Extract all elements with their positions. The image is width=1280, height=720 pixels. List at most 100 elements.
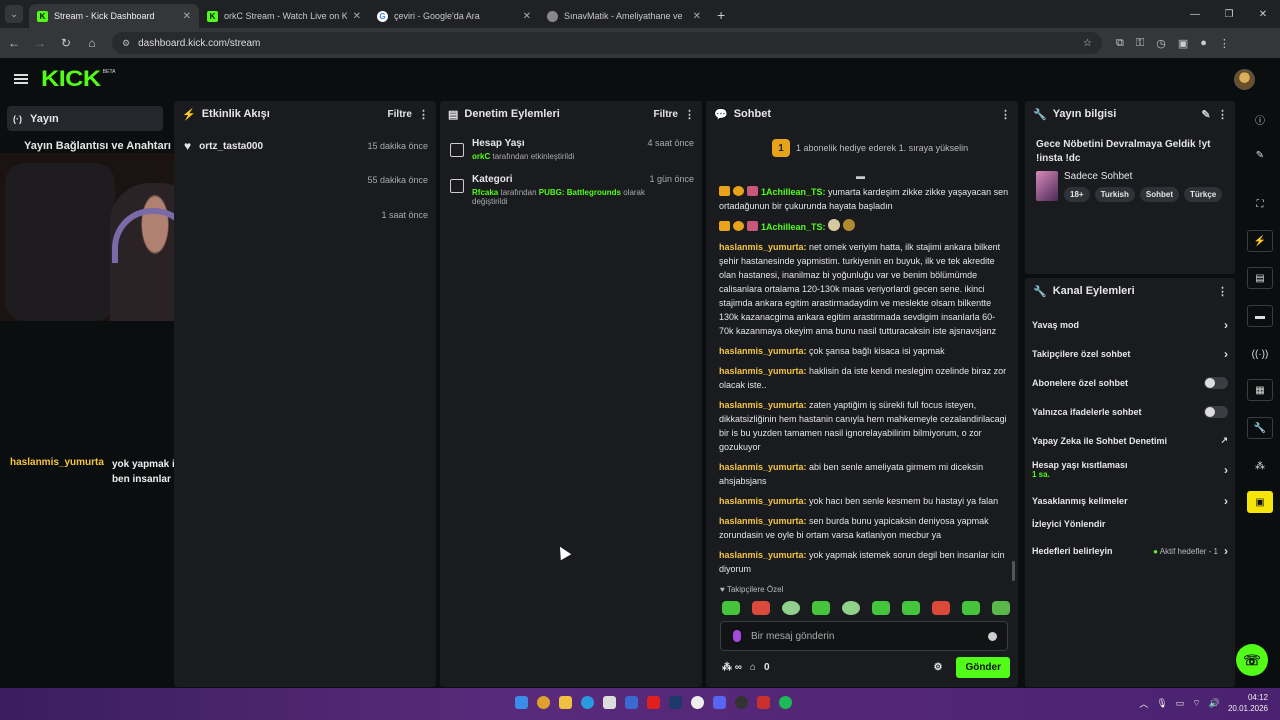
emote-icon[interactable]: [842, 601, 860, 615]
start-icon[interactable]: [515, 696, 528, 709]
app-icon[interactable]: [757, 696, 770, 709]
nav-item-stream-keys[interactable]: Yayın Bağlantısı ve Anahtarı: [24, 140, 171, 152]
pencil-icon[interactable]: ✎: [1247, 144, 1273, 166]
site-info-icon[interactable]: ⚙: [122, 38, 130, 49]
extensions-icon[interactable]: ⧉: [1116, 37, 1124, 50]
emote-icon[interactable]: [962, 601, 980, 615]
points-icon[interactable]: ⁂ ∞: [722, 662, 742, 673]
settings-gear-icon[interactable]: ⚙: [933, 662, 942, 673]
chrome-icon[interactable]: [537, 696, 550, 709]
chat-username[interactable]: haslanmis_yumurta:: [719, 462, 807, 472]
microphone-icon[interactable]: 🎙: [1156, 698, 1167, 709]
chat-username[interactable]: 1Achillean_TS:: [761, 222, 826, 232]
notes-icon[interactable]: ▤: [1247, 267, 1273, 289]
browser-tab-google[interactable]: G çeviri - Google'da Ara ✕: [369, 4, 539, 28]
user-avatar[interactable]: [1234, 69, 1255, 90]
volume-icon[interactable]: 🔊: [1209, 698, 1220, 709]
network-icon[interactable]: ⌔: [1192, 698, 1200, 709]
edit-pencil-icon[interactable]: ✎: [1201, 108, 1211, 121]
minimize-icon[interactable]: —: [1178, 0, 1212, 28]
taskbar-clock[interactable]: 04:12 20.01.2026: [1228, 692, 1268, 714]
chat-username[interactable]: haslanmis_yumurta:: [719, 400, 807, 410]
sidepanel-icon[interactable]: ▣: [1178, 37, 1188, 50]
host-viewers-action[interactable]: İzleyici Yönlendir: [1032, 519, 1228, 529]
sub-goal-banner[interactable]: 1 1 abonelik hediye ederek 1. sıraya yük…: [772, 139, 968, 157]
tag[interactable]: Turkish: [1094, 187, 1135, 202]
emoji-icon[interactable]: [988, 631, 997, 641]
ai-moderation-action[interactable]: Yapay Zeka ile Sohbet Denetimi ↗: [1032, 435, 1228, 446]
activity-filter-button[interactable]: Filtre: [388, 109, 412, 120]
edge-icon[interactable]: [581, 696, 594, 709]
account-age-action[interactable]: Hesap yaşı kısıtlaması 1 sa. ›: [1032, 460, 1228, 479]
browser-tab-kick-dashboard[interactable]: K Stream - Kick Dashboard ✕: [29, 4, 199, 28]
activity-user[interactable]: ortz_tasta000: [199, 141, 367, 152]
profile-icon[interactable]: ●: [1200, 37, 1207, 50]
chat-username[interactable]: haslanmis_yumurta:: [719, 516, 807, 526]
new-tab-icon[interactable]: +: [709, 7, 733, 28]
emote-icon[interactable]: [812, 601, 830, 615]
folder-icon[interactable]: [559, 696, 572, 709]
emote-icon[interactable]: [752, 601, 770, 615]
chat-scrollbar[interactable]: [1012, 561, 1015, 581]
emote-only-toggle[interactable]: [1204, 406, 1228, 418]
store-icon[interactable]: ⌂: [750, 662, 756, 673]
audit-actor[interactable]: Rfcaka: [472, 188, 498, 197]
forward-icon[interactable]: →: [28, 36, 52, 50]
banned-words-action[interactable]: Yasaklanmış kelimeler ›: [1032, 494, 1228, 508]
url-field[interactable]: ⚙ dashboard.kick.com/stream ☆: [112, 32, 1102, 54]
menu-dots-icon[interactable]: ⋮: [1219, 37, 1230, 50]
history-icon[interactable]: ◷: [1156, 37, 1166, 50]
nav-item-live[interactable]: (·) Yayın: [7, 106, 163, 131]
tag[interactable]: Türkçe: [1184, 187, 1223, 202]
chat-username[interactable]: haslanmis_yumurta:: [719, 346, 807, 356]
hamburger-menu-icon[interactable]: [14, 74, 28, 84]
close-window-icon[interactable]: ✕: [1246, 0, 1280, 28]
emote-icon[interactable]: [902, 601, 920, 615]
layout-icon[interactable]: ▦: [1247, 379, 1273, 401]
youtube-icon[interactable]: [647, 696, 660, 709]
broadcast-icon[interactable]: ((·)): [1247, 343, 1273, 365]
wrench-icon[interactable]: 🔧: [1247, 417, 1273, 439]
discord-icon[interactable]: [713, 696, 726, 709]
more-options-icon[interactable]: ⋮: [1217, 108, 1228, 121]
chat-username[interactable]: haslanmis_yumurta:: [719, 242, 807, 252]
slow-mode-action[interactable]: Yavaş mod ›: [1032, 318, 1228, 332]
spotify-icon[interactable]: [779, 696, 792, 709]
followers-only-action[interactable]: Takipçilere özel sohbet ›: [1032, 347, 1228, 361]
github-icon[interactable]: [735, 696, 748, 709]
more-options-icon[interactable]: ⋮: [684, 108, 695, 121]
microphone-icon[interactable]: [733, 630, 741, 642]
chevron-up-icon[interactable]: ︿: [1139, 697, 1148, 710]
more-options-icon[interactable]: ⋮: [1217, 285, 1228, 298]
chat-message-input[interactable]: Bir mesaj gönderin: [720, 621, 1008, 651]
nodes-icon[interactable]: ⁂: [1247, 455, 1273, 477]
tag[interactable]: 18+: [1064, 187, 1090, 202]
emote-icon[interactable]: [932, 601, 950, 615]
chat-filter-icon[interactable]: ▬: [856, 171, 865, 181]
chat-username[interactable]: 1Achillean_TS:: [761, 187, 826, 197]
reload-icon[interactable]: ↻: [54, 36, 78, 50]
steam-icon[interactable]: [669, 696, 682, 709]
store-icon[interactable]: [603, 696, 616, 709]
maximize-icon[interactable]: ❐: [1212, 0, 1246, 28]
info-icon[interactable]: ⓘ: [1247, 108, 1273, 130]
close-icon[interactable]: ✕: [353, 11, 361, 22]
browser-tab-sinavmatik[interactable]: SınavMatik - Ameliyathane ve ✕: [539, 4, 709, 28]
fullscreen-icon[interactable]: ⛶: [1247, 193, 1273, 215]
bookmark-star-icon[interactable]: ☆: [1083, 38, 1092, 49]
close-icon[interactable]: ✕: [523, 11, 531, 22]
back-icon[interactable]: ←: [2, 36, 26, 50]
home-icon[interactable]: ⌂: [80, 36, 104, 50]
help-chat-icon[interactable]: ☏: [1236, 644, 1268, 676]
lightning-icon[interactable]: ⚡: [1247, 230, 1273, 252]
display-icon[interactable]: ▭: [1176, 698, 1185, 709]
chat-username[interactable]: haslanmis_yumurta:: [719, 366, 807, 376]
tab-search-icon[interactable]: ⌄: [5, 5, 23, 23]
emote-icon[interactable]: [872, 601, 890, 615]
stream-category[interactable]: Sadece Sohbet: [1064, 171, 1132, 182]
chat-username[interactable]: haslanmis_yumurta:: [719, 550, 807, 560]
subscribers-only-toggle[interactable]: [1204, 377, 1228, 389]
chat-username[interactable]: haslanmis_yumurta:: [719, 496, 807, 506]
audit-filter-button[interactable]: Filtre: [654, 109, 678, 120]
send-button[interactable]: Gönder: [956, 657, 1010, 678]
